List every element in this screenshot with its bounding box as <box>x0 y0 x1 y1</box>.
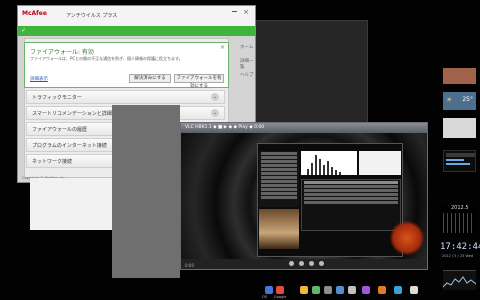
row-traffic-monitor[interactable]: トラフィックモニター ⌄ <box>26 90 225 104</box>
app-icon[interactable] <box>378 286 386 294</box>
cpu-meter-gadget[interactable] <box>443 150 476 172</box>
clock-gadget[interactable]: 17:42:44 2012 / 5 / 25 Wed <box>440 240 480 264</box>
row-label: ファイアウォールの履歴 <box>32 127 88 133</box>
photo-gadget[interactable] <box>443 68 476 84</box>
row-label: プログラムのインターネット接続 <box>32 143 107 149</box>
app-icon[interactable] <box>394 286 402 294</box>
row-label: ネットワーク接続 <box>32 159 73 165</box>
mcafee-titlebar[interactable]: McAfee アンチウイルス プラス × <box>18 6 255 26</box>
minimize-icon[interactable] <box>232 11 237 12</box>
image-gadget[interactable] <box>443 118 476 138</box>
details-link[interactable]: 詳細表示 <box>30 76 48 82</box>
network-graph-gadget[interactable] <box>442 270 477 290</box>
play-icon[interactable] <box>299 261 304 266</box>
side-link-details[interactable]: 詳細一覧 <box>240 58 255 70</box>
clock-date: 2012 / 5 / 25 Wed <box>442 254 474 258</box>
app-icon[interactable] <box>312 286 320 294</box>
row-label: スマートリコメンデーションと詳細設定 <box>32 111 122 117</box>
app-icon[interactable] <box>324 286 332 294</box>
close-icon[interactable]: × <box>243 8 249 16</box>
app-icon[interactable] <box>348 286 356 294</box>
app-icon[interactable] <box>336 286 344 294</box>
stop-icon[interactable] <box>319 261 324 266</box>
spectrum-visualizer <box>301 151 357 175</box>
prev-icon[interactable] <box>289 261 294 266</box>
chevron-down-icon: ⌄ <box>211 93 219 101</box>
close-alert-icon[interactable]: × <box>220 44 225 51</box>
firewall-alert: ファイアウォール: 有効 ファイアウォールは、PCとの間の不正な通信を防ぎ、個人… <box>24 42 229 89</box>
alert-title: ファイアウォール: 有効 <box>30 49 94 56</box>
app-icon[interactable] <box>410 286 418 294</box>
browser-icon[interactable] <box>276 286 284 294</box>
album-art <box>259 209 299 249</box>
check-icon: ✓ <box>21 27 27 34</box>
product-title: アンチウイルス プラス <box>66 13 118 19</box>
row-label: トラフィックモニター <box>32 95 82 101</box>
playlist[interactable] <box>259 151 299 207</box>
playback-time: 0:00 <box>185 263 194 268</box>
chevron-down-icon: ⌄ <box>211 109 219 117</box>
weather-temp: 25° <box>462 96 473 103</box>
clock-time: 17:42:44 <box>440 242 480 252</box>
weather-gadget[interactable]: 25° ☀ <box>443 92 476 110</box>
app-icon[interactable] <box>300 286 308 294</box>
side-link-help[interactable]: ヘルプ <box>240 72 254 78</box>
mcafee-logo: McAfee <box>22 10 47 17</box>
calendar-gadget[interactable]: 2012.5 <box>441 205 476 235</box>
app-icon[interactable] <box>362 286 370 294</box>
leaf-image <box>389 221 425 255</box>
enable-firewall-button[interactable]: ファイアウォールを有効にする <box>174 74 224 89</box>
os-icon[interactable] <box>265 286 273 294</box>
taskbar-label: Google <box>274 295 287 299</box>
next-icon[interactable] <box>309 261 314 266</box>
alert-body: ファイアウォールは、PCとの間の不正な通信を防ぎ、個人情報の保護に役立ちます。 <box>30 56 183 61</box>
calendar-month: 2012.5 <box>451 205 469 211</box>
player-controls: 0:00 <box>181 259 427 269</box>
graph-line <box>442 276 477 288</box>
desktop: McAfee アンチウイルス プラス × ✓ ファイアウォール: 有効 ファイア… <box>0 0 480 300</box>
taskbar-label: OS <box>262 295 267 299</box>
track-info-panel <box>359 151 401 175</box>
sun-icon: ☀ <box>446 96 453 104</box>
dismiss-button[interactable]: 解決済みにする <box>129 74 171 83</box>
status-bar: ✓ <box>18 26 255 36</box>
player-titlebar[interactable]: VLC HBK1.1 ◆ ■ ▶ ◆ ◆ Play ◆ 0.00 <box>181 123 427 133</box>
window-fragment <box>30 178 112 230</box>
side-link-home[interactable]: ホーム <box>240 44 253 50</box>
media-player-window[interactable]: VLC HBK1.1 ◆ ■ ▶ ◆ ◆ Play ◆ 0.00 0:00 <box>180 122 428 270</box>
gray-window[interactable] <box>112 105 180 278</box>
equalizer-panel[interactable] <box>301 179 401 231</box>
